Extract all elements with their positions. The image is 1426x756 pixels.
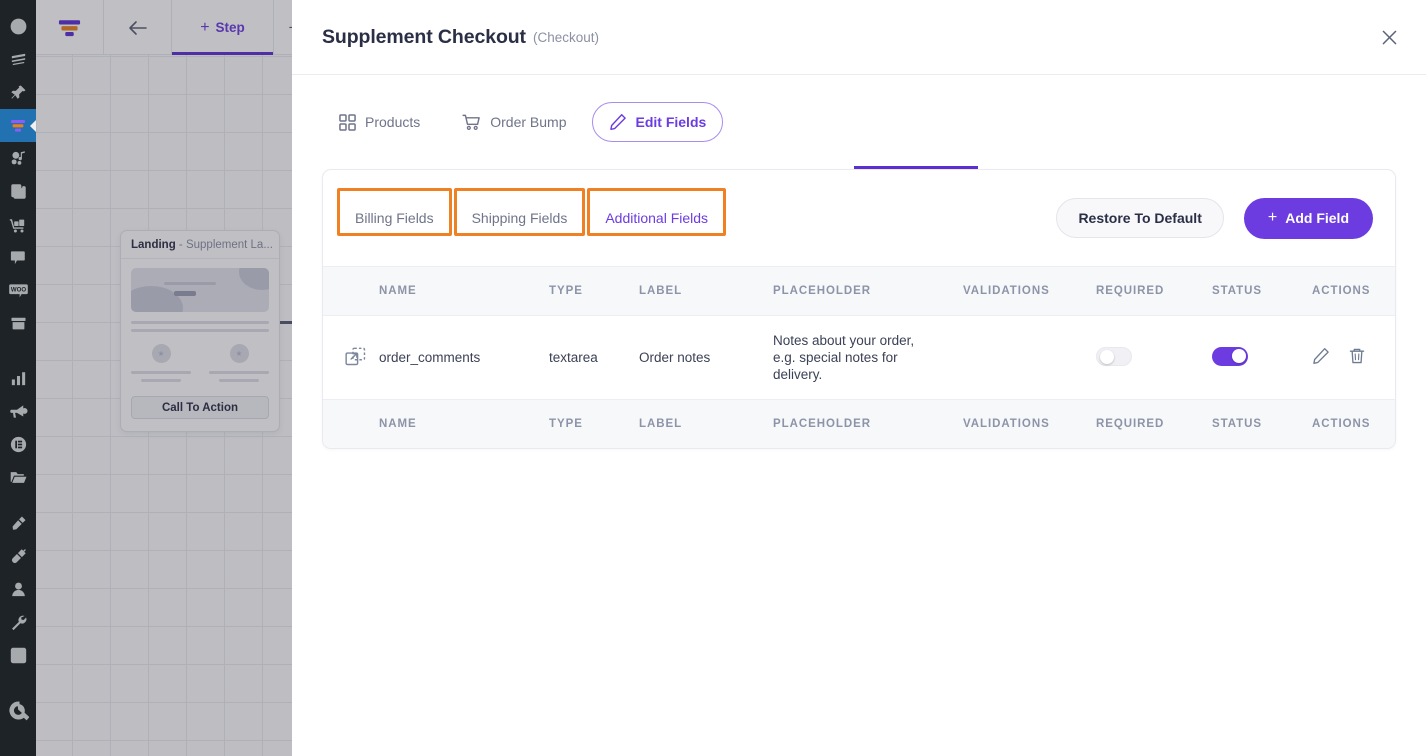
th-label: LABEL [639, 266, 773, 316]
tab-edit-fields[interactable]: Edit Fields [591, 102, 724, 142]
close-button[interactable] [1376, 24, 1402, 50]
tf-required: REQUIRED [1096, 399, 1212, 448]
sidebar-item-pages[interactable] [0, 175, 36, 208]
pencil-icon [609, 113, 626, 131]
active-tab-underline [854, 166, 978, 169]
fields-panel-toolbar: Billing Fields Shipping Fields Additiona… [323, 170, 1395, 266]
tab-order-bump[interactable]: Order Bump [445, 102, 583, 142]
sidebar-item-comments[interactable] [0, 241, 36, 274]
shipping-fields-wrap: Shipping Fields [453, 188, 586, 236]
row-type: textarea [549, 350, 598, 365]
filter-shipping-fields[interactable]: Shipping Fields [461, 201, 578, 235]
tab-products[interactable]: Products [322, 102, 437, 142]
cart-icon [462, 114, 481, 130]
modal-tabs: Products Order Bump Edit Fields [292, 75, 1426, 169]
th-required: REQUIRED [1096, 266, 1212, 316]
fields-table-head: NAME TYPE LABEL PLACEHOLDER VALIDATIONS … [323, 266, 1395, 316]
sidebar-item-plugins[interactable] [0, 540, 36, 573]
tf-actions: ACTIONS [1312, 399, 1395, 448]
row-actions-cell [1312, 316, 1395, 400]
th-placeholder: PLACEHOLDER [773, 266, 963, 316]
sidebar-item-templates[interactable] [0, 43, 36, 76]
pencil-icon [1313, 348, 1329, 364]
wp-admin-sidebar: WOO [0, 0, 36, 756]
fields-panel: Billing Fields Shipping Fields Additiona… [322, 169, 1396, 449]
th-name: NAME [379, 266, 549, 316]
row-label: Order notes [639, 350, 711, 365]
status-toggle[interactable] [1212, 346, 1248, 366]
add-field-plus-icon: + [1267, 209, 1278, 226]
tf-label: LABEL [639, 399, 773, 448]
add-field-button[interactable]: + Add Field [1243, 197, 1373, 239]
sidebar-item-products[interactable] [0, 208, 36, 241]
row-status-cell [1212, 316, 1312, 400]
sidebar-item-files[interactable] [0, 461, 36, 494]
billing-fields-wrap: Billing Fields [337, 188, 452, 236]
tf-type: TYPE [549, 399, 639, 448]
row-name: order_comments [379, 350, 481, 365]
sidebar-item-tools[interactable] [0, 606, 36, 639]
sidebar-item-marketing[interactable] [0, 395, 36, 428]
edit-row-button[interactable] [1312, 347, 1330, 368]
tab-order-bump-label: Order Bump [490, 114, 567, 130]
additional-fields-wrap: Additional Fields [587, 188, 727, 236]
table-footer-row: NAME TYPE LABEL PLACEHOLDER VALIDATIONS … [323, 399, 1395, 448]
fields-table-foot: NAME TYPE LABEL PLACEHOLDER VALIDATIONS … [323, 399, 1395, 448]
grid-icon [339, 113, 356, 131]
tf-drag [323, 399, 379, 448]
row-validations [963, 316, 1096, 400]
add-field-label: Add Field [1285, 210, 1349, 226]
trash-icon [1349, 348, 1365, 364]
row-required-cell [1096, 316, 1212, 400]
tf-placeholder: PLACEHOLDER [773, 399, 963, 448]
modal-header: Supplement Checkout (Checkout) [292, 0, 1426, 75]
move-icon [345, 347, 366, 365]
sidebar-item-dashboard[interactable] [0, 10, 36, 43]
sidebar-item-elementor[interactable] [0, 428, 36, 461]
row-placeholder: Notes about your order, e.g. special not… [773, 316, 963, 400]
sidebar-item-analytics[interactable] [0, 362, 36, 395]
th-validations: VALIDATIONS [963, 266, 1096, 316]
table-header-row: NAME TYPE LABEL PLACEHOLDER VALIDATIONS … [323, 266, 1395, 316]
table-row[interactable]: order_comments textarea Order notes Note… [323, 316, 1395, 400]
fields-table: NAME TYPE LABEL PLACEHOLDER VALIDATIONS … [323, 266, 1395, 448]
row-drag-handle[interactable] [323, 316, 379, 400]
sidebar-item-users[interactable] [0, 573, 36, 606]
sidebar-item-settings[interactable] [0, 639, 36, 672]
sidebar-item-q-logo[interactable] [0, 694, 36, 727]
sidebar-item-archive[interactable] [0, 307, 36, 340]
th-actions: ACTIONS [1312, 266, 1395, 316]
sidebar-item-woocommerce[interactable]: WOO [0, 274, 36, 307]
tf-validations: VALIDATIONS [963, 399, 1096, 448]
tf-status: STATUS [1212, 399, 1312, 448]
sidebar-item-pinned[interactable] [0, 76, 36, 109]
tf-name: NAME [379, 399, 549, 448]
fields-table-body: order_comments textarea Order notes Note… [323, 316, 1395, 400]
sidebar-item-funnels[interactable] [0, 109, 36, 142]
sidebar-item-media[interactable] [0, 142, 36, 175]
delete-row-button[interactable] [1348, 347, 1366, 368]
sidebar-item-appearance[interactable] [0, 507, 36, 540]
checkout-settings-modal: Supplement Checkout (Checkout) Products … [292, 0, 1426, 756]
th-drag [323, 266, 379, 316]
page-title: Supplement Checkout [322, 25, 526, 48]
tab-products-label: Products [365, 114, 421, 130]
restore-to-default-button[interactable]: Restore To Default [1056, 198, 1224, 238]
tab-edit-fields-label: Edit Fields [635, 114, 707, 130]
th-type: TYPE [549, 266, 639, 316]
required-toggle[interactable] [1096, 346, 1132, 366]
modal-backdrop[interactable] [36, 0, 292, 756]
th-status: STATUS [1212, 266, 1312, 316]
filter-billing-fields[interactable]: Billing Fields [345, 201, 444, 235]
svg-text:WOO: WOO [10, 286, 25, 293]
page-subtitle: (Checkout) [532, 29, 599, 45]
row-placeholder-text: Notes about your order, e.g. special not… [773, 333, 915, 382]
close-icon [1382, 30, 1396, 44]
filter-additional-fields[interactable]: Additional Fields [595, 201, 719, 235]
